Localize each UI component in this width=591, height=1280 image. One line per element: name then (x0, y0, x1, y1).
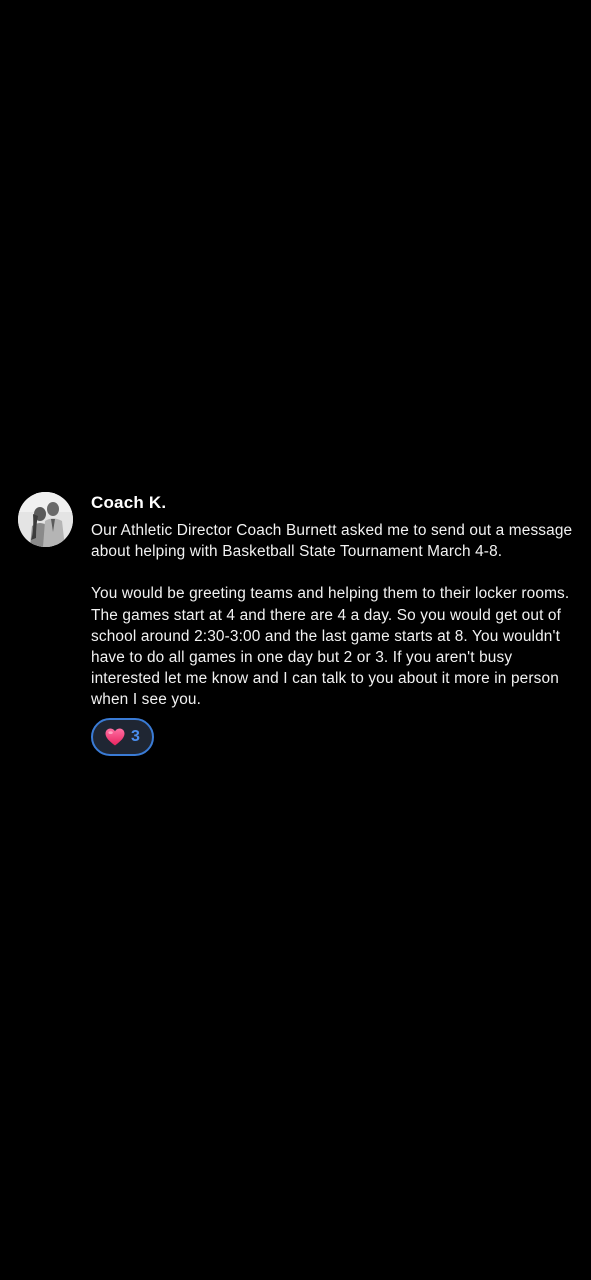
message-body: Our Athletic Director Coach Burnett aske… (91, 520, 573, 711)
message-item[interactable]: Coach K. Our Athletic Director Coach Bur… (18, 490, 573, 756)
message-content: Coach K. Our Athletic Director Coach Bur… (91, 490, 573, 756)
reaction-button[interactable]: 3 (91, 717, 154, 756)
reaction-count: 3 (131, 727, 140, 745)
avatar[interactable] (18, 492, 73, 547)
message-paragraph: Our Athletic Director Coach Burnett aske… (91, 522, 573, 561)
message-paragraph: You would be greeting teams and helping … (91, 585, 570, 709)
heart-icon (105, 728, 125, 746)
sender-name[interactable]: Coach K. (91, 492, 573, 514)
avatar-photo (18, 492, 73, 547)
